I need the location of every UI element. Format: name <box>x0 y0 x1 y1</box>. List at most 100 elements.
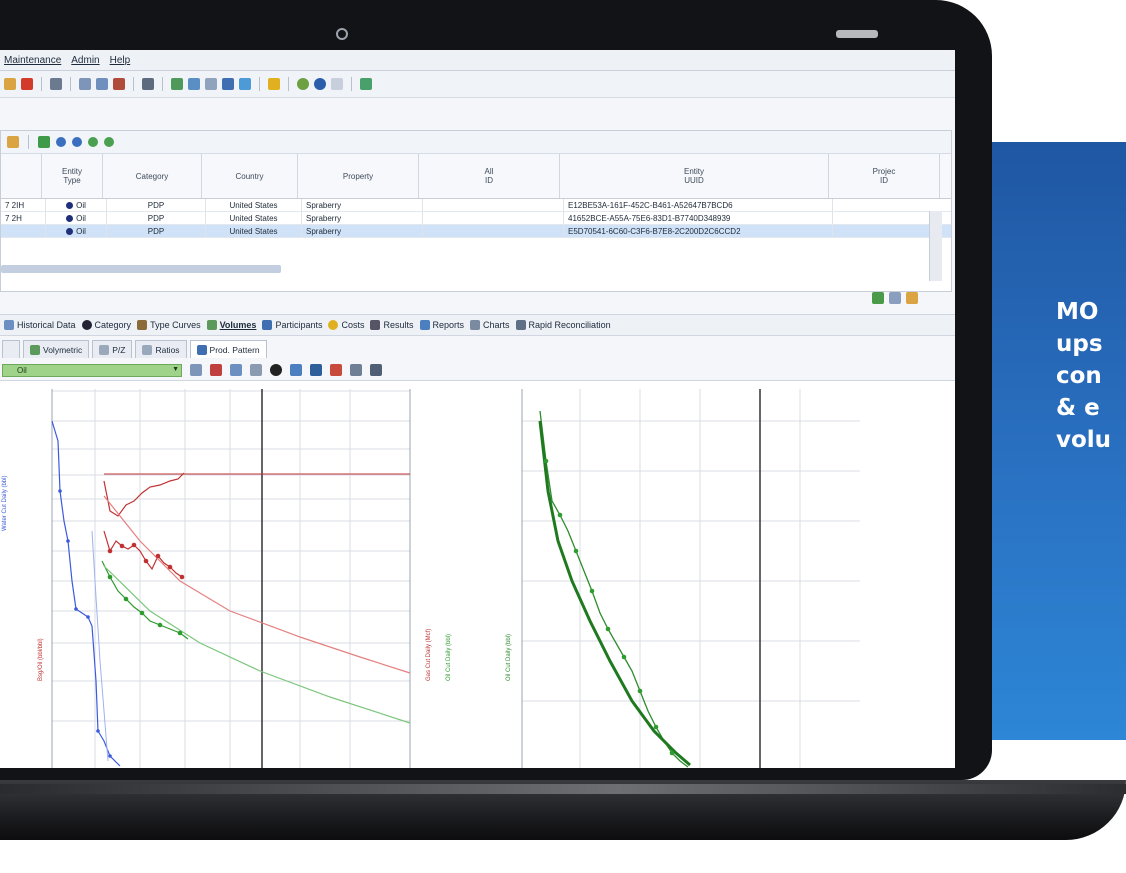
move-first-icon[interactable] <box>88 137 98 147</box>
grid-icon[interactable] <box>872 292 884 304</box>
delete-icon[interactable] <box>21 78 33 90</box>
table-icon[interactable] <box>96 78 108 90</box>
warning-icon[interactable] <box>268 78 280 90</box>
save-icon[interactable] <box>310 364 322 376</box>
category-icon <box>81 320 92 330</box>
table-row[interactable]: 7 2H Oil PDP United States Spraberry 416… <box>1 212 951 225</box>
horizontal-scrollbar[interactable] <box>1 265 281 273</box>
menu-help[interactable]: Help <box>110 55 131 66</box>
production-charts[interactable]: Water Cut Daily (bbl) Bsg/Oil (bbl/bbl) … <box>0 380 955 768</box>
cell-all-id <box>423 199 564 211</box>
export-icon[interactable] <box>290 364 302 376</box>
share-icon[interactable] <box>370 364 382 376</box>
pin-icon[interactable] <box>210 364 222 376</box>
tab-rapid-reconciliation[interactable]: Rapid Reconciliation <box>515 320 611 330</box>
module-tabs: Historical Data Category Type Curves Vol… <box>0 314 955 336</box>
gas-forecast-line <box>103 495 411 674</box>
open-icon[interactable] <box>4 78 16 90</box>
settings-icon[interactable] <box>239 78 251 90</box>
cell-name: 7 2IH <box>1 199 46 211</box>
copy-icon[interactable] <box>205 78 217 90</box>
tab-charts[interactable]: Charts <box>470 320 510 330</box>
filter-icon[interactable] <box>7 136 19 148</box>
cell-country: United States <box>206 225 302 237</box>
product-select[interactable]: Oil ▼ <box>2 363 182 377</box>
link-icon[interactable] <box>350 364 362 376</box>
oil-icon <box>66 214 74 222</box>
refresh-icon[interactable] <box>38 136 50 148</box>
tab-volumes[interactable]: Volumes <box>206 320 256 330</box>
layout-icon[interactable] <box>360 78 372 90</box>
column-entity-type[interactable]: Entity Type <box>42 154 103 198</box>
zoom-icon[interactable] <box>190 364 202 376</box>
move-last-icon[interactable] <box>104 137 114 147</box>
cell-entity-type: Oil <box>46 225 107 237</box>
vertical-scrollbar[interactable] <box>929 211 942 281</box>
import-icon[interactable] <box>188 78 200 90</box>
tab-label: Rapid Reconciliation <box>528 320 611 330</box>
column-project-id[interactable]: Projec ID <box>829 154 940 198</box>
printer-icon[interactable] <box>142 78 154 90</box>
oil-forecast-line <box>103 565 411 724</box>
tab-label: Ratios <box>155 344 180 355</box>
cell-all-id <box>423 212 564 224</box>
grid-view-icon[interactable] <box>79 78 91 90</box>
tab-reports[interactable]: Reports <box>419 320 464 330</box>
tab-label: Costs <box>341 320 365 330</box>
right-chart-axis-label: Oil Cut Daily (bbl) <box>506 633 512 681</box>
menu-admin[interactable]: Admin <box>71 55 99 66</box>
volumetric-icon <box>30 344 40 355</box>
move-up-icon[interactable] <box>56 137 66 147</box>
column-country[interactable]: Country <box>202 154 298 198</box>
cell-category: PDP <box>107 212 206 224</box>
tab-pz[interactable]: P/Z <box>92 340 133 358</box>
reports-icon <box>419 320 430 330</box>
oil-daily-line <box>539 410 689 768</box>
cell-category: PDP <box>107 225 206 237</box>
webcam-icon <box>336 28 348 40</box>
window-icon[interactable] <box>331 78 343 90</box>
tab-historical-data[interactable]: Historical Data <box>4 320 76 330</box>
column-name[interactable] <box>1 154 42 198</box>
print-icon[interactable] <box>50 78 62 90</box>
globe-icon[interactable] <box>297 78 309 90</box>
column-property[interactable]: Property <box>298 154 419 198</box>
legend-icon[interactable] <box>330 364 342 376</box>
tab-ratios[interactable]: Ratios <box>135 340 187 358</box>
menu-maintenance[interactable]: Maintenance <box>4 55 61 66</box>
tab-volumetric[interactable]: Volymetric <box>23 340 90 358</box>
entity-grid: Entity Type Category Country Property Al… <box>0 130 952 292</box>
fit-icon[interactable] <box>250 364 262 376</box>
chart-canvas <box>51 389 860 768</box>
column-entity-uuid[interactable]: Entity UUID <box>560 154 829 198</box>
cell-uuid: E5D70541-6C60-C3F6-B7E8-2C200D2C6CCD2 <box>564 225 833 237</box>
help-icon[interactable] <box>906 292 918 304</box>
tab-label: Volymetric <box>43 344 83 355</box>
tab-previous[interactable] <box>2 340 20 358</box>
settings-icon[interactable] <box>270 364 282 376</box>
move-down-icon[interactable] <box>72 137 82 147</box>
participants-icon <box>262 320 273 330</box>
tab-participants[interactable]: Participants <box>262 320 322 330</box>
table-row-selected[interactable]: Oil PDP United States Spraberry E5D70541… <box>1 225 951 238</box>
column-category[interactable]: Category <box>103 154 202 198</box>
tab-costs[interactable]: Costs <box>328 320 364 330</box>
tab-type-curves[interactable]: Type Curves <box>137 320 201 330</box>
report-icon[interactable] <box>113 78 125 90</box>
toolbar-separator <box>28 135 29 149</box>
cell-entity-type: Oil <box>46 212 107 224</box>
world-icon[interactable] <box>314 78 326 90</box>
window-icon[interactable] <box>889 292 901 304</box>
export-icon[interactable] <box>171 78 183 90</box>
ratios-icon <box>142 344 153 355</box>
column-all-id[interactable]: All ID <box>419 154 560 198</box>
tab-prod-pattern[interactable]: Prod. Pattern <box>189 340 267 358</box>
search-icon[interactable] <box>230 364 242 376</box>
table-row[interactable]: 7 2IH Oil PDP United States Spraberry E1… <box>1 199 951 212</box>
gas-upper-line <box>103 472 185 517</box>
tab-category[interactable]: Category <box>81 320 131 330</box>
user-icon[interactable] <box>222 78 234 90</box>
cell-entity-type-label: Oil <box>76 226 86 236</box>
app-screen: Maintenance Admin Help Entity Type Categ… <box>0 50 955 768</box>
tab-results[interactable]: Results <box>370 320 414 330</box>
